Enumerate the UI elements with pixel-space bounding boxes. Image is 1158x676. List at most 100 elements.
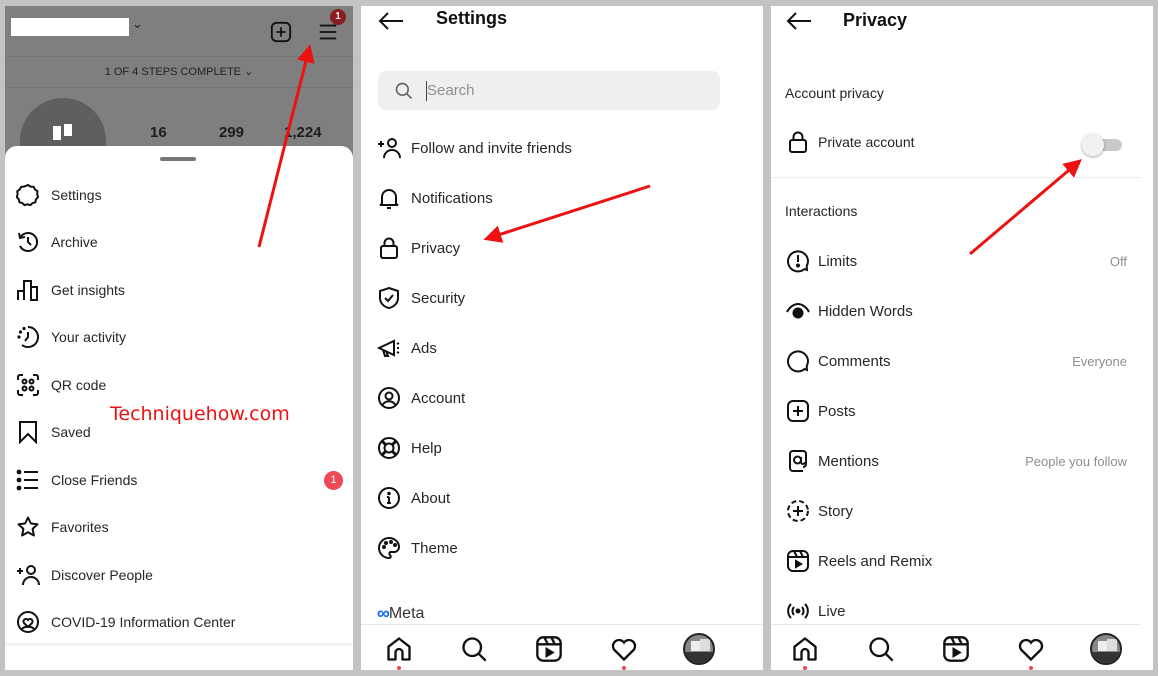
back-arrow-icon[interactable] [785,9,813,33]
watermark: Techniquehow.com [110,403,290,425]
profile-menu-screen: ⌄ 1 1 OF 4 STEPS COMPLETE ⌄ 16 299 1,224… [5,6,353,670]
menu-item-covid-info[interactable]: COVID-19 Information Center [15,607,345,637]
add-person-icon [378,138,401,159]
home-icon [793,637,817,661]
bell-icon [379,189,399,209]
privacy-item-value: People you follow [1025,453,1127,469]
profile-header: ⌄ 1 [5,6,353,54]
back-arrow-icon[interactable] [377,9,405,33]
settings-item-label: Theme [411,539,458,557]
privacy-item-hidden-words[interactable]: Hidden Words [785,295,1127,327]
nav-search[interactable] [460,635,488,663]
settings-item-ads[interactable]: Ads [376,332,437,364]
hidden-words-icon [786,302,810,319]
privacy-screen: Privacy Account privacy Private account … [771,6,1153,670]
privacy-item-label: Posts [818,402,856,420]
add-post-icon [787,400,809,422]
privacy-item-label: Hidden Words [818,302,913,320]
nav-reels[interactable] [535,635,563,663]
privacy-item-label: Reels and Remix [818,552,933,570]
privacy-item-limits[interactable]: Limits Off [785,245,1127,277]
nav-home[interactable] [385,635,413,663]
privacy-item-story[interactable]: Story [785,495,1127,527]
settings-item-label: Notifications [411,189,493,207]
followers-count[interactable]: 299 [219,124,244,141]
drag-handle[interactable] [160,157,196,161]
home-notification-dot [397,666,401,670]
menu-item-your-activity[interactable]: Your activity [15,322,345,352]
settings-item-account[interactable]: Account [376,382,465,414]
menu-item-settings[interactable]: Settings [15,180,345,210]
activity-notification-dot [622,666,626,670]
bookmark-icon [19,421,37,444]
search-input[interactable] [427,82,707,99]
privacy-item-label: Live [818,602,846,620]
settings-item-notifications[interactable]: Notifications [376,182,493,214]
at-sign-icon [789,450,807,472]
reels-icon [536,636,562,662]
settings-item-security[interactable]: Security [376,282,465,314]
menu-item-label: Archive [51,234,98,250]
menu-item-archive[interactable]: Archive [15,227,345,257]
megaphone-icon [377,339,400,357]
avatar[interactable] [683,633,715,665]
settings-search[interactable] [378,71,720,110]
steps-complete-banner[interactable]: 1 OF 4 STEPS COMPLETE ⌄ [5,56,353,88]
chevron-down-icon[interactable]: ⌄ [132,16,143,32]
search-icon [395,82,413,99]
avatar[interactable] [1090,633,1122,665]
posts-count[interactable]: 16 [150,124,167,141]
reels-icon [943,636,969,662]
nav-activity[interactable] [1017,635,1045,663]
account-circle-icon [378,387,400,409]
chevron-down-icon: ⌄ [244,66,254,78]
settings-item-theme[interactable]: Theme [376,532,458,564]
palette-icon [378,536,401,560]
bottom-nav [771,624,1141,670]
settings-item-about[interactable]: About [376,482,450,514]
settings-item-label: Security [411,289,466,307]
search-icon [462,637,487,662]
username-redacted[interactable] [11,18,129,36]
privacy-item-comments[interactable]: Comments Everyone [785,345,1127,377]
nav-activity[interactable] [610,635,638,663]
heart-icon [1018,638,1044,662]
settings-item-follow-invite[interactable]: Follow and invite friends [376,132,572,164]
menu-item-favorites[interactable]: Favorites [15,512,345,542]
lock-icon [380,237,398,259]
menu-item-label: Saved [51,424,91,440]
menu-item-discover-people[interactable]: Discover People [15,560,345,590]
settings-item-help[interactable]: Help [376,432,442,464]
settings-item-label: Help [411,439,442,457]
covid-info-icon [17,611,39,633]
nav-search[interactable] [867,635,895,663]
settings-screen: Settings Follow and invite friends Notif… [361,6,763,670]
menu-item-label: COVID-19 Information Center [51,614,236,630]
following-count[interactable]: 1,224 [284,124,322,141]
close-friends-icon [16,469,38,491]
activity-icon [17,326,39,348]
nav-home[interactable] [791,635,819,663]
settings-item-label: About [411,489,451,507]
privacy-item-posts[interactable]: Posts [785,395,1127,427]
private-account-toggle[interactable] [1082,134,1124,156]
privacy-item-mentions[interactable]: Mentions People you follow [785,445,1127,477]
privacy-item-value: Everyone [1072,353,1127,369]
menu-item-label: Your activity [51,329,126,345]
privacy-item-label: Limits [818,252,858,270]
meta-brand-text: Meta [388,604,425,622]
settings-item-privacy[interactable]: Privacy [376,232,460,264]
info-icon [378,487,400,509]
interactions-heading: Interactions [785,203,858,219]
menu-item-get-insights[interactable]: Get insights [15,275,345,305]
menu-item-label: Favorites [51,519,109,535]
create-post-icon[interactable] [270,21,292,43]
private-account-row[interactable]: Private account [785,126,1127,158]
privacy-item-live[interactable]: Live [785,595,1127,627]
nav-reels[interactable] [942,635,970,663]
menu-item-close-friends[interactable]: Close Friends 1 [15,465,345,495]
privacy-item-reels-remix[interactable]: Reels and Remix [785,545,1127,577]
insights-icon [17,280,38,301]
home-notification-dot [803,666,807,670]
menu-item-qr-code[interactable]: QR code [15,370,345,400]
